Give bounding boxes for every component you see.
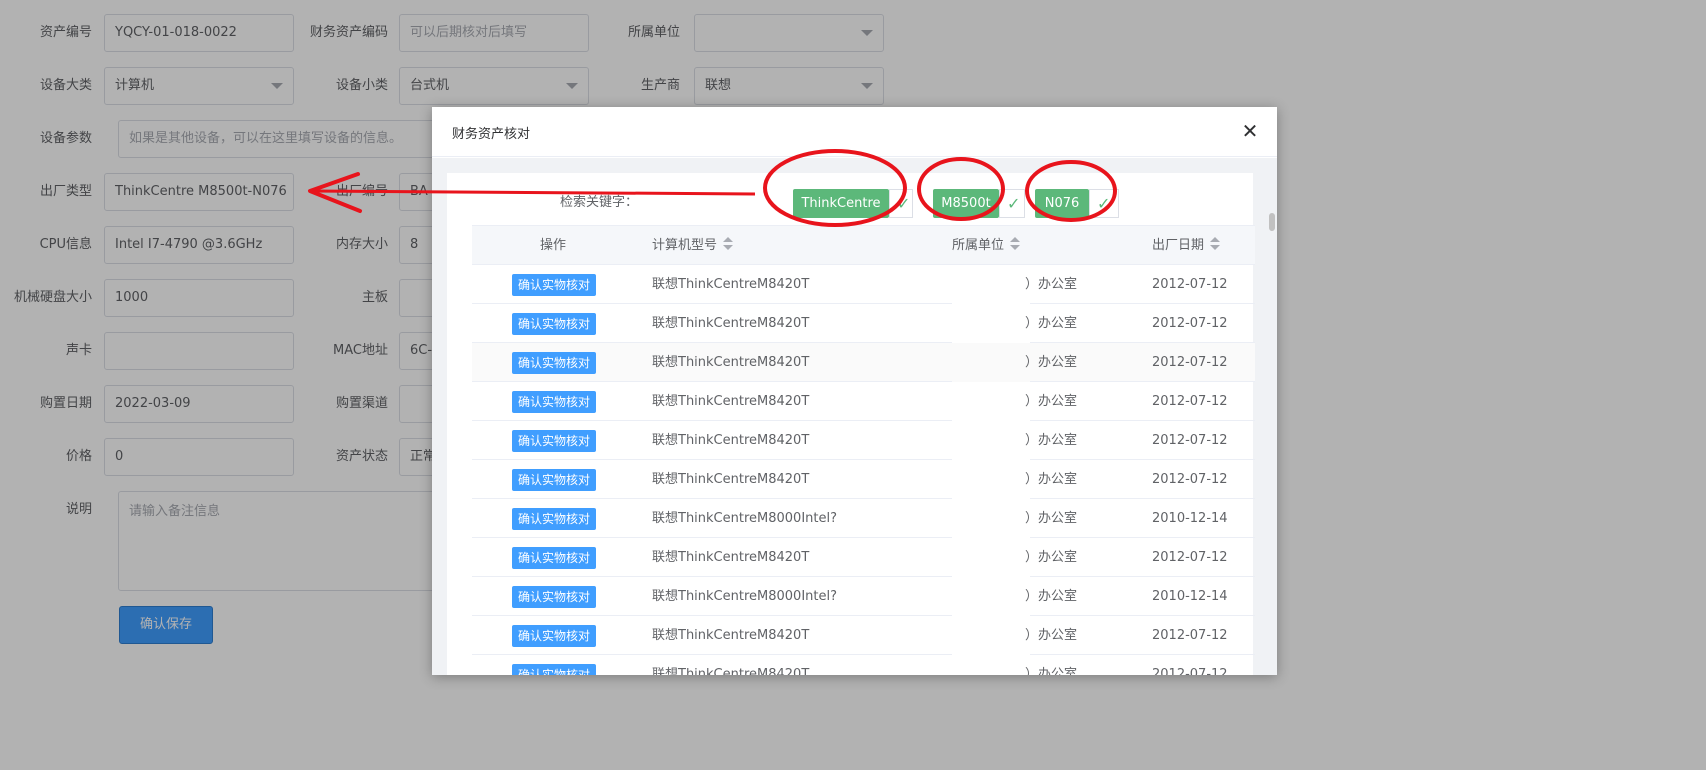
table-header: 操作 计算机型号 所属单位 出厂日期 xyxy=(472,226,1255,265)
model-cell: 联想ThinkCentreM8420T xyxy=(652,550,810,565)
keyword-tag[interactable]: M8500t xyxy=(933,189,999,218)
table-row: 确认实物核对 联想ThinkCentreM8420T ）办公室 2012-07-… xyxy=(472,616,1255,655)
model-cell: 联想ThinkCentreM8420T xyxy=(652,472,810,487)
table-row: 确认实物核对 联想ThinkCentreM8420T ）办公室 2012-07-… xyxy=(472,421,1255,460)
date-cell: 2012-07-12 xyxy=(1152,433,1228,448)
keyword-tag[interactable]: ThinkCentre xyxy=(793,189,889,218)
close-icon[interactable]: ✕ xyxy=(1239,120,1261,142)
confirm-check-button[interactable]: 确认实物核对 xyxy=(512,352,596,374)
confirm-check-button[interactable]: 确认实物核对 xyxy=(512,469,596,491)
column-header-label: 计算机型号 xyxy=(652,238,718,253)
confirm-check-button[interactable]: 确认实物核对 xyxy=(512,664,596,675)
unit-cell: ）办公室 xyxy=(1025,550,1078,565)
column-header-label: 出厂日期 xyxy=(1152,238,1205,253)
keyword-label: 检索关键字： xyxy=(560,195,639,210)
model-cell: 联想ThinkCentreM8000Intel? xyxy=(652,511,838,526)
model-cell: 联想ThinkCentreM8420T xyxy=(652,667,810,675)
unit-redacted xyxy=(952,460,1030,499)
finance-check-dialog: 财务资产核对 ✕ 检索关键字： ThinkCentre ✓ M8500t ✓ N… xyxy=(432,107,1277,675)
table-row: 确认实物核对 联想ThinkCentreM8000Intel? ）办公室 201… xyxy=(472,577,1255,616)
column-header-model[interactable]: 计算机型号 xyxy=(652,226,734,265)
sort-icon[interactable] xyxy=(723,237,734,251)
table-row: 确认实物核对 联想ThinkCentreM8000Intel? ）办公室 201… xyxy=(472,499,1255,538)
keyword-check[interactable]: ✓ xyxy=(1089,189,1119,218)
check-icon: ✓ xyxy=(1097,194,1111,213)
model-cell: 联想ThinkCentreM8000Intel? xyxy=(652,589,838,604)
unit-cell: ）办公室 xyxy=(1025,589,1078,604)
unit-cell: ）办公室 xyxy=(1025,277,1078,292)
confirm-check-button[interactable]: 确认实物核对 xyxy=(512,586,596,608)
table-row: 确认实物核对 联想ThinkCentreM8420T ）办公室 2012-07-… xyxy=(472,304,1255,343)
keyword-check[interactable]: ✓ xyxy=(999,189,1025,218)
date-cell: 2010-12-14 xyxy=(1152,511,1228,526)
unit-cell: ）办公室 xyxy=(1025,316,1078,331)
date-cell: 2012-07-12 xyxy=(1152,394,1228,409)
date-cell: 2012-07-12 xyxy=(1152,316,1228,331)
keyword-tag[interactable]: N076 xyxy=(1035,189,1089,218)
column-header-unit[interactable]: 所属单位 xyxy=(952,226,1021,265)
unit-cell: ）办公室 xyxy=(1025,472,1078,487)
confirm-check-button[interactable]: 确认实物核对 xyxy=(512,430,596,452)
unit-cell: ）办公室 xyxy=(1025,628,1078,643)
asset-table: 操作 计算机型号 所属单位 出厂日期 确认实物核对 联想ThinkCentreM… xyxy=(472,225,1255,675)
unit-cell: ）办公室 xyxy=(1025,355,1078,370)
confirm-check-button[interactable]: 确认实物核对 xyxy=(512,508,596,530)
unit-redacted xyxy=(952,577,1030,616)
check-icon: ✓ xyxy=(897,194,911,213)
date-cell: 2010-12-14 xyxy=(1152,589,1228,604)
model-cell: 联想ThinkCentreM8420T xyxy=(652,628,810,643)
table-row: 确认实物核对 联想ThinkCentreM8420T ）办公室 2012-07-… xyxy=(472,382,1255,421)
date-cell: 2012-07-12 xyxy=(1152,667,1228,675)
confirm-check-button[interactable]: 确认实物核对 xyxy=(512,547,596,569)
model-cell: 联想ThinkCentreM8420T xyxy=(652,355,810,370)
unit-redacted xyxy=(952,616,1030,655)
unit-redacted xyxy=(952,382,1030,421)
unit-redacted xyxy=(952,655,1030,675)
date-cell: 2012-07-12 xyxy=(1152,277,1228,292)
date-cell: 2012-07-12 xyxy=(1152,550,1228,565)
table-row: 确认实物核对 联想ThinkCentreM8420T ）办公室 2012-07-… xyxy=(472,460,1255,499)
model-cell: 联想ThinkCentreM8420T xyxy=(652,433,810,448)
unit-redacted xyxy=(952,421,1030,460)
unit-redacted xyxy=(952,538,1030,577)
unit-redacted xyxy=(952,304,1030,343)
confirm-check-button[interactable]: 确认实物核对 xyxy=(512,391,596,413)
dialog-body: 检索关键字： ThinkCentre ✓ M8500t ✓ N076 ✓ 操作 … xyxy=(432,158,1277,675)
table-row: 确认实物核对 联想ThinkCentreM8420T ）办公室 2012-07-… xyxy=(472,655,1255,675)
unit-cell: ）办公室 xyxy=(1025,667,1078,675)
table-row: 确认实物核对 联想ThinkCentreM8420T ）办公室 2012-07-… xyxy=(472,265,1255,304)
table-row: 确认实物核对 联想ThinkCentreM8420T ）办公室 2012-07-… xyxy=(472,538,1255,577)
dialog-header: 财务资产核对 ✕ xyxy=(432,107,1277,157)
unit-cell: ）办公室 xyxy=(1025,511,1078,526)
sort-icon[interactable] xyxy=(1010,237,1021,251)
scrollbar[interactable] xyxy=(1269,213,1275,231)
check-icon: ✓ xyxy=(1007,194,1021,213)
keyword-check[interactable]: ✓ xyxy=(889,189,913,218)
date-cell: 2012-07-12 xyxy=(1152,472,1228,487)
date-cell: 2012-07-12 xyxy=(1152,355,1228,370)
confirm-check-button[interactable]: 确认实物核对 xyxy=(512,313,596,335)
model-cell: 联想ThinkCentreM8420T xyxy=(652,277,810,292)
dialog-content: 检索关键字： ThinkCentre ✓ M8500t ✓ N076 ✓ 操作 … xyxy=(447,173,1255,675)
column-header-action: 操作 xyxy=(540,238,567,253)
unit-cell: ）办公室 xyxy=(1025,433,1078,448)
table-row: 确认实物核对 联想ThinkCentreM8420T ）办公室 2012-07-… xyxy=(472,343,1255,382)
unit-redacted xyxy=(952,343,1030,382)
unit-redacted xyxy=(952,265,1030,304)
model-cell: 联想ThinkCentreM8420T xyxy=(652,316,810,331)
dialog-title: 财务资产核对 xyxy=(452,127,531,142)
confirm-check-button[interactable]: 确认实物核对 xyxy=(512,274,596,296)
unit-cell: ）办公室 xyxy=(1025,394,1078,409)
column-header-label: 所属单位 xyxy=(952,238,1005,253)
confirm-check-button[interactable]: 确认实物核对 xyxy=(512,625,596,647)
column-header-date[interactable]: 出厂日期 xyxy=(1152,226,1221,265)
unit-redacted xyxy=(952,499,1030,538)
model-cell: 联想ThinkCentreM8420T xyxy=(652,394,810,409)
sort-icon[interactable] xyxy=(1210,237,1221,251)
date-cell: 2012-07-12 xyxy=(1152,628,1228,643)
